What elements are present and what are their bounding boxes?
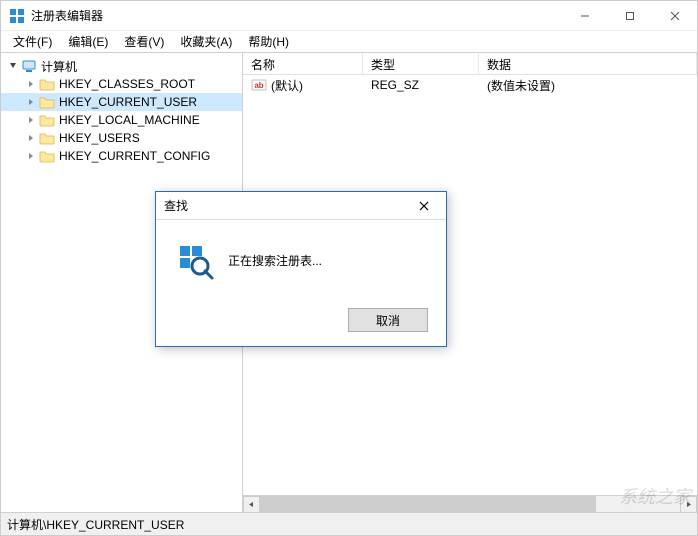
caret-right-icon[interactable] xyxy=(25,96,37,108)
caret-right-icon[interactable] xyxy=(25,150,37,162)
value-name: (默认) xyxy=(271,77,303,94)
value-data: (数值未设置) xyxy=(487,77,555,94)
value-type: REG_SZ xyxy=(371,78,419,92)
menu-favorites[interactable]: 收藏夹(A) xyxy=(172,31,240,52)
tree-item[interactable]: HKEY_USERS xyxy=(1,129,242,147)
tree-root-label: 计算机 xyxy=(41,58,77,75)
cancel-button[interactable]: 取消 xyxy=(348,308,428,332)
menubar: 文件(F) 编辑(E) 查看(V) 收藏夹(A) 帮助(H) xyxy=(1,31,697,53)
computer-icon xyxy=(21,58,37,74)
minimize-button[interactable] xyxy=(562,1,607,30)
tree-item-label: HKEY_CURRENT_USER xyxy=(59,95,197,109)
horizontal-scrollbar[interactable] xyxy=(243,495,697,512)
folder-icon xyxy=(39,94,55,110)
caret-right-icon[interactable] xyxy=(25,114,37,126)
svg-text:ab: ab xyxy=(254,81,263,90)
tree-item[interactable]: HKEY_CURRENT_USER xyxy=(1,93,242,111)
find-dialog: 查找 正在搜索注册表... 取消 xyxy=(155,191,447,347)
menu-edit[interactable]: 编辑(E) xyxy=(60,31,116,52)
folder-icon xyxy=(39,148,55,164)
column-header-name[interactable]: 名称 xyxy=(243,53,363,74)
tree-item[interactable]: HKEY_LOCAL_MACHINE xyxy=(1,111,242,129)
folder-icon xyxy=(39,130,55,146)
tree-item-label: HKEY_CURRENT_CONFIG xyxy=(59,149,210,163)
caret-down-icon[interactable] xyxy=(7,60,19,72)
folder-icon xyxy=(39,76,55,92)
tree-item-label: HKEY_USERS xyxy=(59,131,140,145)
list-row[interactable]: ab (默认) REG_SZ (数值未设置) xyxy=(243,75,697,95)
tree-item-label: HKEY_LOCAL_MACHINE xyxy=(59,113,200,127)
dialog-close-button[interactable] xyxy=(410,192,438,219)
dialog-titlebar: 查找 xyxy=(156,192,446,220)
scroll-right-button[interactable] xyxy=(680,496,697,513)
tree-item[interactable]: HKEY_CURRENT_CONFIG xyxy=(1,147,242,165)
tree-item-label: HKEY_CLASSES_ROOT xyxy=(59,77,195,91)
tree-root[interactable]: 计算机 xyxy=(1,57,242,75)
app-icon xyxy=(9,8,25,24)
scrollbar-track[interactable] xyxy=(260,496,680,512)
menu-file[interactable]: 文件(F) xyxy=(5,31,60,52)
maximize-button[interactable] xyxy=(607,1,652,30)
caret-right-icon[interactable] xyxy=(25,78,37,90)
search-registry-icon xyxy=(174,240,214,280)
dialog-title-text: 查找 xyxy=(164,197,410,214)
column-header-data[interactable]: 数据 xyxy=(479,53,697,74)
tree-item[interactable]: HKEY_CLASSES_ROOT xyxy=(1,75,242,93)
folder-icon xyxy=(39,112,55,128)
dialog-message: 正在搜索注册表... xyxy=(228,252,322,269)
list-header: 名称 类型 数据 xyxy=(243,53,697,75)
scrollbar-thumb[interactable] xyxy=(260,496,596,512)
titlebar: 注册表编辑器 xyxy=(1,1,697,31)
statusbar-path: 计算机\HKEY_CURRENT_USER xyxy=(7,516,184,533)
close-button[interactable] xyxy=(652,1,697,30)
menu-view[interactable]: 查看(V) xyxy=(116,31,172,52)
column-header-type[interactable]: 类型 xyxy=(363,53,479,74)
window-title: 注册表编辑器 xyxy=(31,7,103,24)
menu-help[interactable]: 帮助(H) xyxy=(240,31,297,52)
string-value-icon: ab xyxy=(251,77,267,93)
statusbar: 计算机\HKEY_CURRENT_USER xyxy=(1,513,697,535)
caret-right-icon[interactable] xyxy=(25,132,37,144)
scroll-left-button[interactable] xyxy=(243,496,260,513)
dialog-body: 正在搜索注册表... 取消 xyxy=(156,220,446,346)
window-controls xyxy=(562,1,697,30)
